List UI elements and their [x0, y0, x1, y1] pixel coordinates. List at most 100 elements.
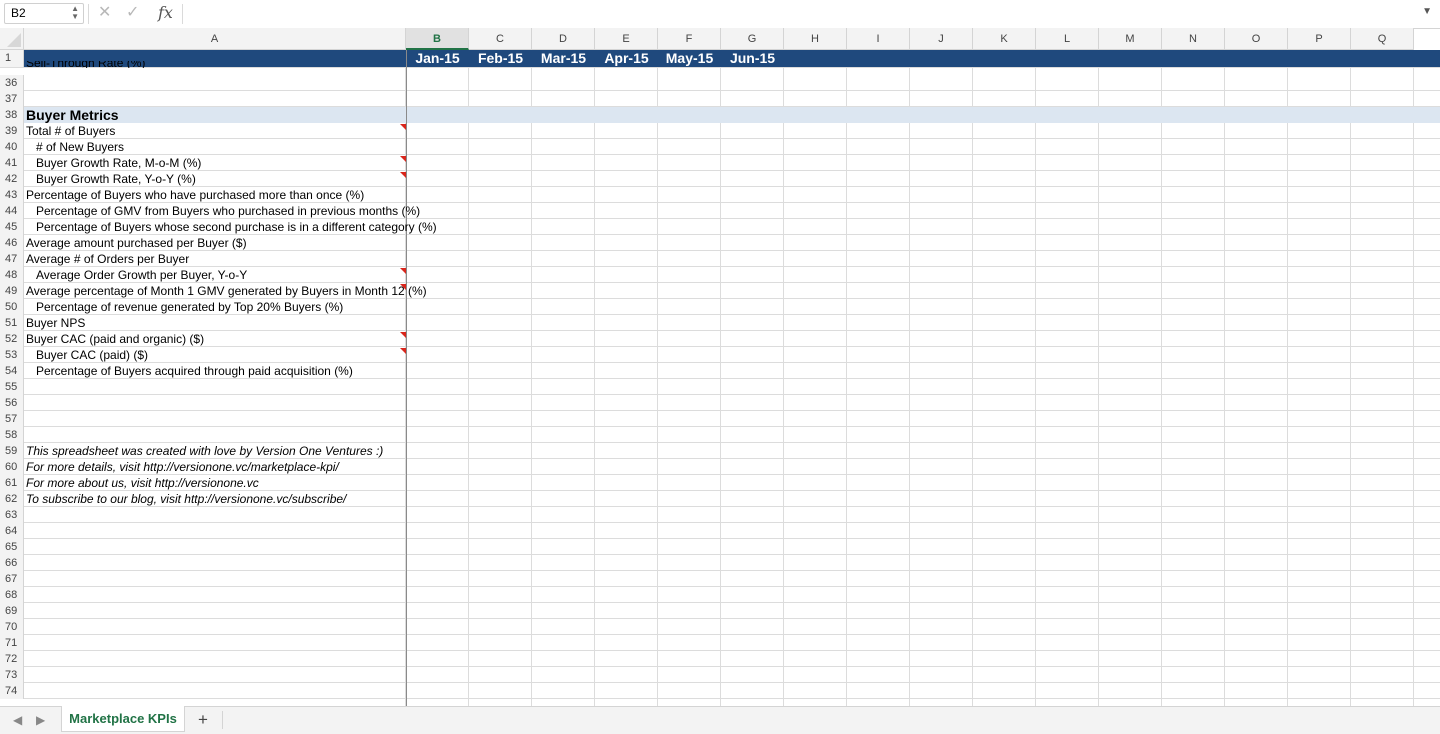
comment-indicator-icon[interactable]	[400, 332, 406, 338]
comment-indicator-icon[interactable]	[400, 156, 406, 162]
previous-sheet-icon[interactable]: ◀	[13, 713, 22, 727]
row-header[interactable]: 44	[0, 203, 24, 219]
column-header-e[interactable]: E	[595, 28, 658, 50]
row-header[interactable]: 54	[0, 363, 24, 379]
column-header-j[interactable]: J	[910, 28, 973, 50]
metric-label[interactable]: Percentage of Buyers who have purchased …	[26, 187, 364, 203]
row-header[interactable]: 49	[0, 283, 24, 299]
metric-label[interactable]: This spreadsheet was created with love b…	[26, 443, 383, 459]
column-header-n[interactable]: N	[1162, 28, 1225, 50]
row-header[interactable]: 65	[0, 539, 24, 555]
column-header-l[interactable]: L	[1036, 28, 1099, 50]
column-header-k[interactable]: K	[973, 28, 1036, 50]
row-header[interactable]: 61	[0, 475, 24, 491]
column-header-g[interactable]: G	[721, 28, 784, 50]
row-header[interactable]: 74	[0, 683, 24, 699]
row-header[interactable]: 40	[0, 139, 24, 155]
metric-label[interactable]: To subscribe to our blog, visit http://v…	[26, 491, 346, 507]
row-header[interactable]: 71	[0, 635, 24, 651]
name-box[interactable]: B2 ▲ ▼	[4, 3, 84, 24]
column-header-h[interactable]: H	[784, 28, 847, 50]
metric-label[interactable]: For more details, visit http://versionon…	[26, 459, 339, 475]
expand-formula-bar-icon[interactable]: ▼	[1422, 6, 1432, 17]
row-header[interactable]: 72	[0, 651, 24, 667]
metric-label[interactable]: Buyer Growth Rate, Y-o-Y (%)	[36, 171, 196, 187]
row-header[interactable]: 64	[0, 523, 24, 539]
metric-label[interactable]: # of New Buyers	[36, 139, 124, 155]
column-header-q[interactable]: Q	[1351, 28, 1414, 50]
cancel-icon[interactable]: ✕	[98, 3, 111, 23]
column-header-f[interactable]: F	[658, 28, 721, 50]
row-header[interactable]: 36	[0, 75, 24, 91]
row-header[interactable]: 47	[0, 251, 24, 267]
comment-indicator-icon[interactable]	[400, 348, 406, 354]
row-header[interactable]: 56	[0, 395, 24, 411]
metric-label[interactable]: Average # of Orders per Buyer	[26, 251, 189, 267]
metric-label[interactable]: Percentage of revenue generated by Top 2…	[36, 299, 343, 315]
comment-indicator-icon[interactable]	[400, 124, 406, 130]
next-sheet-icon[interactable]: ▶	[36, 713, 45, 727]
metric-label[interactable]: For more about us, visit http://versiono…	[26, 475, 259, 491]
column-header-d[interactable]: D	[532, 28, 595, 50]
row-header[interactable]: 68	[0, 587, 24, 603]
column-header-i[interactable]: I	[847, 28, 910, 50]
sheet-tab-marketplace-kpis[interactable]: Marketplace KPIs	[61, 706, 185, 732]
comment-indicator-icon[interactable]	[400, 268, 406, 274]
enter-icon[interactable]: ✓	[126, 3, 139, 23]
row-header[interactable]: 70	[0, 619, 24, 635]
metric-label[interactable]: Average Order Growth per Buyer, Y-o-Y	[36, 267, 247, 283]
row-header[interactable]: 69	[0, 603, 24, 619]
row-header[interactable]: 67	[0, 571, 24, 587]
metric-label[interactable]: Buyer CAC (paid and organic) ($)	[26, 331, 204, 347]
row-header[interactable]: 43	[0, 187, 24, 203]
row-header[interactable]: 48	[0, 267, 24, 283]
month-header[interactable]: Feb-15	[469, 50, 532, 67]
column-header-p[interactable]: P	[1288, 28, 1351, 50]
comment-indicator-icon[interactable]	[400, 172, 406, 178]
name-box-stepper-icon[interactable]: ▲ ▼	[71, 5, 79, 21]
row-header[interactable]: 63	[0, 507, 24, 523]
row-header[interactable]: 57	[0, 411, 24, 427]
metric-label[interactable]: Average percentage of Month 1 GMV genera…	[26, 283, 427, 299]
row-header[interactable]: 50	[0, 299, 24, 315]
row-header[interactable]: 66	[0, 555, 24, 571]
row-header[interactable]: 51	[0, 315, 24, 331]
month-header[interactable]: Apr-15	[595, 50, 658, 67]
comment-indicator-icon[interactable]	[400, 284, 406, 290]
row-header[interactable]: 62	[0, 491, 24, 507]
metric-label[interactable]: Percentage of Buyers acquired through pa…	[36, 363, 353, 379]
metric-label[interactable]: Total # of Buyers	[26, 123, 115, 139]
row-header[interactable]: 41	[0, 155, 24, 171]
row-header[interactable]: 45	[0, 219, 24, 235]
row-header[interactable]: 39	[0, 123, 24, 139]
function-icon[interactable]: fx	[158, 3, 173, 23]
month-header[interactable]: Jan-15	[406, 50, 469, 67]
column-header-b[interactable]: B	[406, 28, 469, 50]
row-header[interactable]: 55	[0, 379, 24, 395]
row-header[interactable]: 37	[0, 91, 24, 107]
metric-label[interactable]: Buyer Growth Rate, M-o-M (%)	[36, 155, 201, 171]
column-header-o[interactable]: O	[1225, 28, 1288, 50]
row-header[interactable]: 52	[0, 331, 24, 347]
row-header[interactable]: 1	[0, 50, 24, 67]
column-header-c[interactable]: C	[469, 28, 532, 50]
metric-label[interactable]: Buyer CAC (paid) ($)	[36, 347, 148, 363]
spreadsheet-grid[interactable]: ABCDEFGHIJKLMNOPQ Jan-15 Feb-15 Mar-15 Apr-…	[0, 28, 1440, 706]
metric-label[interactable]: Average amount purchased per Buyer ($)	[26, 235, 247, 251]
section-title[interactable]: Buyer Metrics	[26, 107, 119, 123]
add-sheet-button[interactable]: +	[198, 710, 208, 730]
metric-label[interactable]: Buyer NPS	[26, 315, 85, 331]
row-header[interactable]: 60	[0, 459, 24, 475]
month-header[interactable]: Jun-15	[721, 50, 784, 67]
select-all-corner[interactable]	[0, 28, 24, 50]
row-header[interactable]: 53	[0, 347, 24, 363]
row-header[interactable]: 58	[0, 427, 24, 443]
row-header[interactable]: 42	[0, 171, 24, 187]
row-header[interactable]: 59	[0, 443, 24, 459]
row-header[interactable]: 38	[0, 107, 24, 123]
metric-label[interactable]: Percentage of GMV from Buyers who purcha…	[36, 203, 420, 219]
column-header-m[interactable]: M	[1099, 28, 1162, 50]
column-header-a[interactable]: A	[24, 28, 406, 50]
metric-label[interactable]: Percentage of Buyers whose second purcha…	[36, 219, 437, 235]
row-header[interactable]: 46	[0, 235, 24, 251]
